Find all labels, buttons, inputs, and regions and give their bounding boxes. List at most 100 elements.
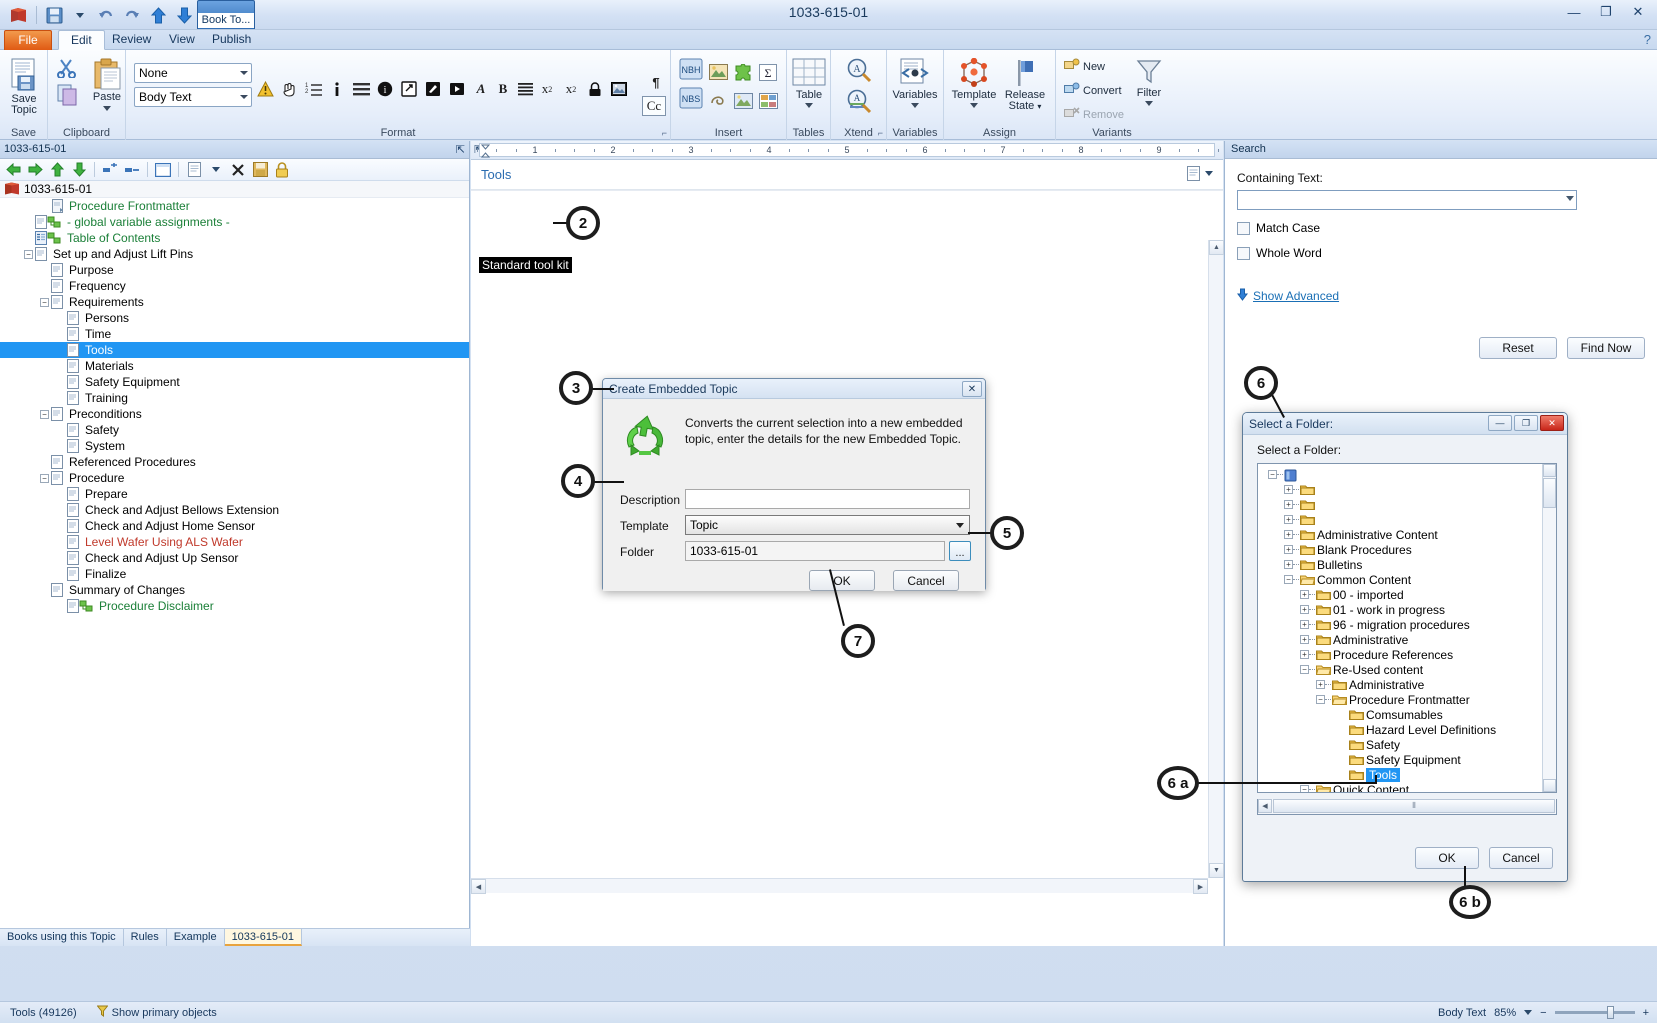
- media-grid-icon[interactable]: [758, 92, 778, 110]
- down-arrow-icon[interactable]: [69, 160, 89, 180]
- tree-item[interactable]: Table of Contents: [0, 230, 469, 246]
- folder-tree-item[interactable]: +01 - work in progress: [1262, 602, 1541, 617]
- tree-item[interactable]: Check and Adjust Up Sensor: [0, 550, 469, 566]
- zoom-dropdown-icon[interactable]: [1524, 1010, 1533, 1015]
- indent-marker-icon[interactable]: [480, 144, 491, 158]
- video-icon[interactable]: [448, 80, 466, 98]
- scroll-thumb-horizontal[interactable]: ⦀: [1273, 799, 1555, 813]
- variables-dropdown-icon[interactable]: [911, 103, 919, 108]
- variant-convert-button[interactable]: Convert: [1064, 82, 1122, 99]
- new-window-icon[interactable]: [153, 160, 173, 180]
- close-button[interactable]: ✕: [1540, 415, 1564, 431]
- scroll-thumb[interactable]: [1543, 478, 1556, 508]
- template-dropdown-icon[interactable]: [970, 103, 978, 108]
- folder-tree-item[interactable]: + Administrative: [1262, 632, 1541, 647]
- expand-toggle-icon[interactable]: +: [1284, 560, 1293, 569]
- restore-button[interactable]: ❐: [1514, 415, 1538, 431]
- topic-properties-icon[interactable]: [1187, 166, 1200, 184]
- paragraph-mark-icon[interactable]: ¶: [647, 73, 665, 91]
- undo-icon[interactable]: [93, 3, 119, 27]
- insert-image-icon[interactable]: [708, 63, 728, 81]
- cut-button[interactable]: [56, 58, 78, 78]
- show-advanced-link[interactable]: Show Advanced: [1237, 288, 1645, 304]
- template-button[interactable]: Template: [949, 58, 999, 108]
- chevron-down-icon[interactable]: [1566, 196, 1574, 201]
- tab-rules[interactable]: Rules: [124, 929, 167, 946]
- folder-tree-item[interactable]: − Re-Used content: [1262, 662, 1541, 677]
- match-case-row[interactable]: Match Case: [1237, 221, 1645, 235]
- folder-tree-item[interactable]: Hazard Level Definitions: [1262, 722, 1541, 737]
- chevron-down-icon[interactable]: [240, 71, 248, 75]
- tree-item[interactable]: Safety Equipment: [0, 374, 469, 390]
- variant-remove-button[interactable]: Remove: [1064, 106, 1124, 123]
- scroll-down-button[interactable]: [1543, 779, 1556, 792]
- close-button[interactable]: ✕: [1625, 2, 1651, 22]
- expand-toggle-icon[interactable]: +: [1300, 635, 1309, 644]
- xtend-search-b-icon[interactable]: A: [844, 88, 874, 114]
- tree-item[interactable]: Training: [0, 390, 469, 406]
- topic-tree[interactable]: Procedure Frontmatter - global variable a…: [0, 198, 469, 614]
- containing-text-input[interactable]: [1237, 190, 1577, 210]
- nbh-icon[interactable]: NBH: [679, 58, 703, 80]
- help-icon[interactable]: ?: [1644, 32, 1651, 47]
- folder-tree[interactable]: − + + + + Administrative Content + Blank Proced…: [1257, 463, 1557, 793]
- tree-item[interactable]: − Procedure: [0, 470, 469, 486]
- whole-word-row[interactable]: Whole Word: [1237, 246, 1645, 260]
- tree-item[interactable]: Finalize: [0, 566, 469, 582]
- folder-tree-item[interactable]: + Bulletins: [1262, 557, 1541, 572]
- tab-edit[interactable]: Edit: [58, 30, 105, 50]
- tab-review[interactable]: Review: [100, 30, 163, 50]
- ok-button[interactable]: OK: [809, 570, 875, 591]
- chevron-down-icon[interactable]: [956, 523, 964, 528]
- sigma-icon[interactable]: Σ: [758, 63, 778, 81]
- tree-item[interactable]: Check and Adjust Bellows Extension: [0, 502, 469, 518]
- tab-example[interactable]: Example: [167, 929, 225, 946]
- reset-button[interactable]: Reset: [1479, 337, 1557, 359]
- app-logo-icon[interactable]: [6, 3, 32, 27]
- filter-dropdown-icon[interactable]: [1145, 101, 1153, 106]
- chevron-down-icon[interactable]: [240, 95, 248, 99]
- book-topic-tab[interactable]: Book To...: [197, 0, 255, 29]
- style-none-combo[interactable]: None: [134, 63, 252, 83]
- folder-tree-item[interactable]: Safety: [1262, 737, 1541, 752]
- back-arrow-icon[interactable]: [3, 160, 23, 180]
- save-icon[interactable]: [250, 160, 270, 180]
- folder-tree-item[interactable]: Tools: [1262, 767, 1541, 782]
- tree-root-node[interactable]: 1033-615-01: [0, 181, 469, 198]
- picture-icon[interactable]: [733, 92, 753, 110]
- xtend-dialog-launcher-icon[interactable]: ⌐: [878, 128, 883, 138]
- bold-b-icon[interactable]: B: [494, 80, 512, 98]
- tree-item[interactable]: - global variable assignments -: [0, 214, 469, 230]
- close-button[interactable]: ✕: [962, 381, 982, 397]
- tree-item[interactable]: Referenced Procedures: [0, 454, 469, 470]
- redo-icon[interactable]: [119, 3, 145, 27]
- style-body-combo[interactable]: Body Text: [134, 87, 252, 107]
- attachment-icon[interactable]: [708, 92, 728, 110]
- cancel-button[interactable]: Cancel: [893, 570, 959, 591]
- table-dropdown-icon[interactable]: [805, 103, 813, 108]
- nbs-icon[interactable]: NBS: [679, 87, 703, 109]
- pin-icon[interactable]: ⇱: [456, 143, 465, 156]
- collapse-toggle-icon[interactable]: −: [40, 473, 49, 483]
- tree-item[interactable]: Safety: [0, 422, 469, 438]
- tree-item[interactable]: Level Wafer Using ALS Wafer: [0, 534, 469, 550]
- new-topic-icon[interactable]: [184, 160, 204, 180]
- save-topic-button[interactable]: Save Topic: [0, 58, 49, 116]
- scroll-left-button[interactable]: ◀: [471, 879, 486, 894]
- lock-icon[interactable]: [272, 160, 292, 180]
- folder-tree-item[interactable]: +: [1262, 512, 1541, 527]
- list-lines-icon[interactable]: [516, 80, 534, 98]
- expand-toggle-icon[interactable]: +: [1300, 650, 1309, 659]
- new-topic-dropdown-icon[interactable]: [206, 160, 226, 180]
- variant-new-button[interactable]: New: [1064, 58, 1105, 75]
- delete-icon[interactable]: [228, 160, 248, 180]
- zoom-slider-thumb[interactable]: [1606, 1006, 1614, 1019]
- external-link-icon[interactable]: [400, 80, 418, 98]
- whole-word-checkbox[interactable]: [1237, 246, 1250, 260]
- expand-toggle-icon[interactable]: +: [1316, 680, 1325, 689]
- change-case-icon[interactable]: Cc: [642, 96, 666, 116]
- warning-icon[interactable]: [256, 80, 274, 98]
- tree-item[interactable]: − Set up and Adjust Lift Pins: [0, 246, 469, 262]
- superscript-icon[interactable]: x2: [538, 80, 556, 98]
- folder-tree-item[interactable]: Comsumables: [1262, 707, 1541, 722]
